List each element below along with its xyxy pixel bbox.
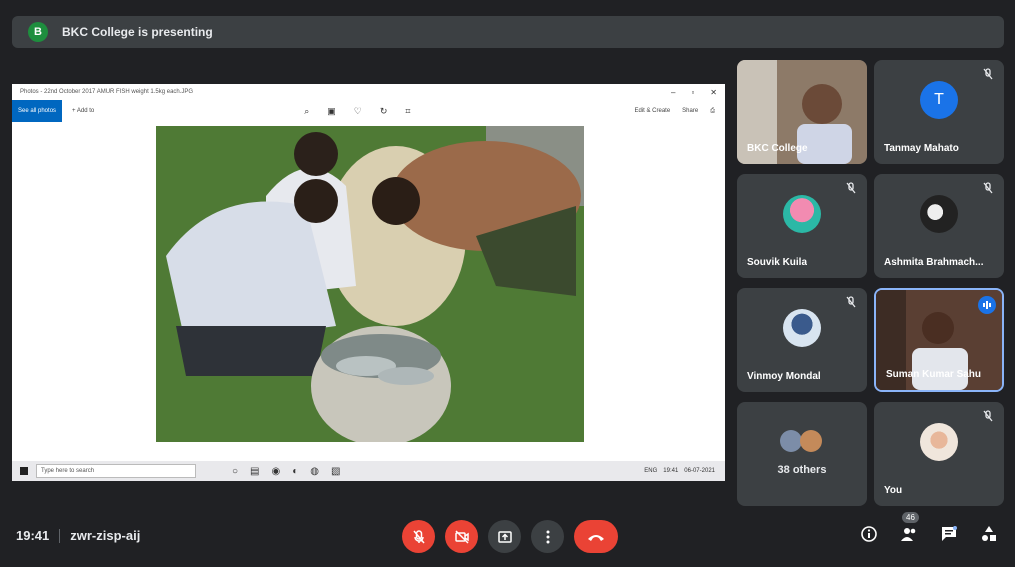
edit-create-button: Edit & Create: [634, 107, 671, 114]
participant-name: You: [884, 485, 903, 496]
more-options-button[interactable]: [531, 520, 564, 553]
avatar: [920, 194, 958, 233]
avatar: [780, 430, 802, 452]
avatar: [800, 430, 822, 452]
camera-off-icon: [454, 529, 469, 544]
mic-off-icon: [846, 296, 856, 308]
mic-off-icon: [983, 182, 993, 194]
more-vert-icon: [546, 530, 549, 543]
shared-screen: Photos - 22nd October 2017 AMUR FISH wei…: [12, 84, 725, 481]
camera-toggle-button[interactable]: [445, 520, 478, 553]
tray-lang: ENG: [644, 468, 658, 474]
add-to-button: + Add to: [72, 108, 95, 114]
participant-tile-bkc-college[interactable]: BKC College: [737, 60, 867, 164]
meeting-code: zwr-zisp-aij: [70, 528, 141, 543]
participant-tile-ashmita[interactable]: Ashmita Brahmach...: [874, 174, 1004, 278]
photos-app-icon: ▧: [331, 465, 341, 477]
tray-time: 19:41: [663, 468, 679, 474]
chat-icon: [942, 526, 957, 541]
participant-tile-others[interactable]: 38 others: [737, 402, 867, 506]
meeting-info: 19:41 zwr-zisp-aij: [16, 528, 140, 543]
present-screen-icon: [497, 530, 512, 543]
chat-button[interactable]: [939, 524, 959, 544]
edge-icon: ◐: [292, 465, 299, 477]
close-icon: ✕: [710, 87, 717, 97]
presenting-text: BKC College is presenting: [62, 25, 213, 39]
see-all-photos-button: See all photos: [12, 100, 63, 122]
delete-icon: ▣: [327, 105, 336, 116]
divider: [59, 528, 61, 543]
taskbar-apps: ○ ▤ ◉ ◐ ◍ ▧: [232, 466, 340, 477]
zoom-icon: ⌕: [304, 105, 310, 116]
mic-off-icon: [983, 410, 993, 422]
presenting-banner: B BKC College is presenting: [12, 16, 1004, 48]
rotate-icon: ↻: [379, 105, 388, 116]
participant-tile-you[interactable]: You: [874, 402, 1004, 506]
participant-tile-tanmay[interactable]: T Tanmay Mahato: [874, 60, 1004, 164]
participant-count-badge: 46: [902, 512, 919, 523]
windows-start-icon: [20, 467, 28, 475]
participant-name: Ashmita Brahmach...: [884, 257, 984, 268]
heart-icon: ♡: [353, 105, 362, 116]
crop-icon: ⌗: [405, 105, 411, 116]
participant-name: Tanmay Mahato: [884, 143, 959, 154]
avatar: T: [920, 80, 958, 119]
avatar: [920, 422, 958, 461]
activities-button[interactable]: [979, 524, 999, 544]
share-button: Share: [682, 107, 699, 114]
chrome-icon: ◍: [310, 465, 320, 477]
system-tray: ENG 19:41 06-07-2021: [644, 468, 725, 474]
participant-tile-souvik[interactable]: Souvik Kuila: [737, 174, 867, 278]
activities-icon: [982, 526, 996, 541]
participant-name: Suman Kumar Sahu: [886, 369, 982, 380]
mic-off-icon: [412, 529, 425, 543]
tray-date: 06-07-2021: [684, 468, 715, 474]
store-icon: ◉: [271, 465, 281, 477]
call-controls: [402, 520, 618, 553]
photos-title-bar: Photos - 22nd October 2017 AMUR FISH wei…: [12, 84, 725, 100]
avatar: [783, 308, 821, 347]
clock-time: 19:41: [16, 528, 50, 543]
mic-off-icon: [846, 182, 856, 194]
present-screen-button[interactable]: [488, 520, 521, 553]
maximize-icon: ▫: [691, 87, 695, 97]
side-controls: 46: [859, 512, 999, 544]
taskbar-search-box: Type here to search: [36, 464, 196, 478]
people-icon: [901, 528, 916, 541]
info-icon: [861, 526, 877, 542]
leave-call-button[interactable]: [574, 520, 618, 553]
hang-up-icon: [588, 534, 604, 541]
taskbar-search-text: Type here to search: [41, 468, 95, 474]
participant-name: Vinmoy Mondal: [747, 371, 821, 382]
mic-off-icon: [983, 68, 993, 80]
participant-name: Souvik Kuila: [747, 257, 808, 268]
others-count-label: 38 others: [777, 464, 827, 476]
task-view-icon: ○: [232, 465, 239, 477]
photos-toolbar: See all photos + Add to ⌕ ▣ ♡ ↻ ⌗ Edit &…: [12, 100, 725, 122]
print-icon: ⎙: [710, 107, 715, 114]
participant-tile-suman[interactable]: Suman Kumar Sahu: [874, 288, 1004, 392]
meeting-details-button[interactable]: [859, 524, 879, 544]
presenter-badge: B: [28, 22, 48, 42]
people-button[interactable]: 46: [899, 512, 919, 544]
file-explorer-icon: ▤: [250, 465, 260, 477]
mic-toggle-button[interactable]: [402, 520, 435, 553]
participant-tile-vinmoy[interactable]: Vinmoy Mondal: [737, 288, 867, 392]
fish-harvest-photo: [156, 126, 584, 442]
avatar: [783, 194, 821, 233]
window-title: Photos - 22nd October 2017 AMUR FISH wei…: [20, 89, 194, 95]
minimize-icon: –: [671, 87, 676, 97]
speaking-indicator-icon: [978, 296, 996, 314]
participant-name: BKC College: [747, 143, 808, 154]
windows-taskbar: Type here to search ○ ▤ ◉ ◐ ◍ ▧ ENG 19:4…: [12, 461, 725, 481]
